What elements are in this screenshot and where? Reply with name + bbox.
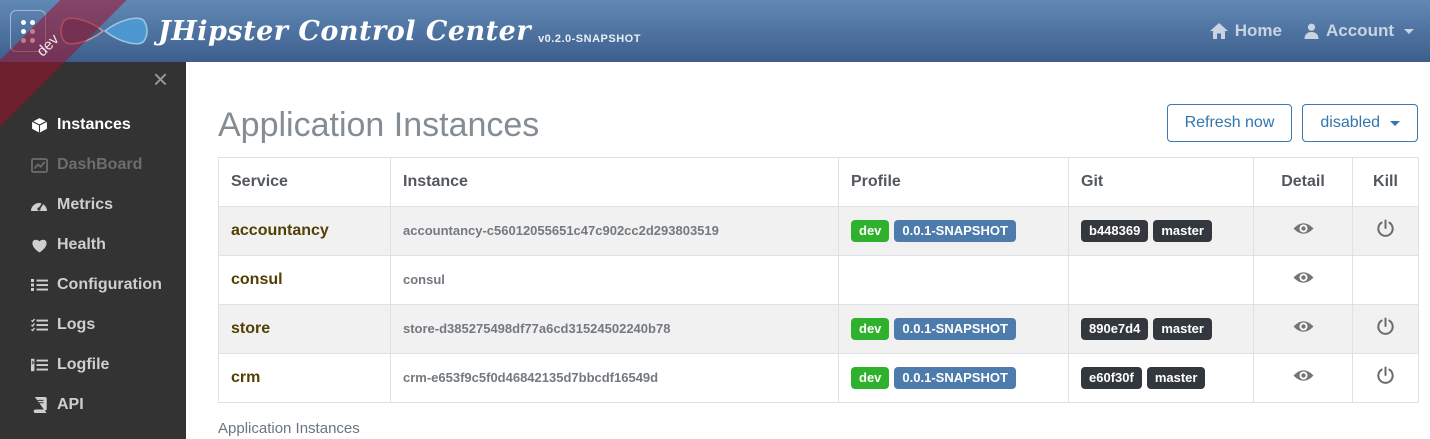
service-name-link[interactable]: store xyxy=(231,320,270,337)
profile-badge: dev xyxy=(851,220,889,242)
version-badge: 0.0.1-SNAPSHOT xyxy=(894,367,1015,389)
kill-power-button[interactable] xyxy=(1376,219,1395,238)
column-header-detail: Detail xyxy=(1254,158,1353,207)
tasks-icon xyxy=(30,317,48,334)
git-branch-badge: master xyxy=(1147,367,1206,389)
table-footer-text: Application Instances xyxy=(218,420,1418,437)
top-navbar: JHipster Control Centerv0.2.0-SNAPSHOT H… xyxy=(0,0,1430,62)
column-header-git: Git xyxy=(1069,158,1254,207)
book-icon xyxy=(30,397,48,414)
detail-eye-button[interactable] xyxy=(1293,270,1314,285)
sidebar-menu: Instances DashBoard Metrics Health Confi… xyxy=(0,105,186,425)
sidebar-item-api[interactable]: API xyxy=(0,385,186,425)
grip-menu-button[interactable] xyxy=(10,10,46,52)
instance-id: crm-e653f9c5f0d46842135d7bbcdf16549d xyxy=(403,370,658,385)
column-header-service: Service xyxy=(219,158,391,207)
chevron-down-icon xyxy=(1404,29,1414,34)
list-icon xyxy=(30,277,48,294)
profile-badge: dev xyxy=(851,318,889,340)
profile-badge: dev xyxy=(851,367,889,389)
detail-eye-button[interactable] xyxy=(1293,319,1314,334)
column-header-kill: Kill xyxy=(1353,158,1419,207)
chart-icon xyxy=(30,157,48,174)
sidebar-item-health[interactable]: Health xyxy=(0,225,186,265)
user-icon xyxy=(1304,23,1319,39)
kill-power-button[interactable] xyxy=(1376,317,1395,336)
home-icon xyxy=(1210,23,1228,39)
sidebar-item-logs[interactable]: Logs xyxy=(0,305,186,345)
instance-id: store-d385275498df77a6cd31524502240b78 xyxy=(403,321,670,336)
logfile-icon xyxy=(30,357,48,374)
service-name-link[interactable]: consul xyxy=(231,271,283,288)
detail-eye-button[interactable] xyxy=(1293,368,1314,383)
git-commit-badge: e60f30f xyxy=(1081,367,1142,389)
table-row: accountancy accountancy-c56012055651c47c9… xyxy=(219,207,1419,256)
git-commit-badge: 890e7d4 xyxy=(1081,318,1148,340)
instance-id: accountancy-c56012055651c47c902cc2d29380… xyxy=(403,223,719,238)
cube-icon xyxy=(30,117,48,134)
sidebar-item-instances[interactable]: Instances xyxy=(0,105,186,145)
table-body: accountancy accountancy-c56012055651c47c9… xyxy=(219,207,1419,403)
refresh-rate-dropdown[interactable]: disabled xyxy=(1302,104,1418,142)
table-header-row: ServiceInstanceProfileGitDetailKill xyxy=(219,158,1419,207)
git-commit-badge: b448369 xyxy=(1081,220,1148,242)
detail-eye-button[interactable] xyxy=(1293,221,1314,236)
column-header-profile: Profile xyxy=(839,158,1069,207)
kill-power-button[interactable] xyxy=(1376,366,1395,385)
sidebar-item-logfile[interactable]: Logfile xyxy=(0,345,186,385)
instances-table: ServiceInstanceProfileGitDetailKill acco… xyxy=(218,157,1419,403)
gauge-icon xyxy=(30,197,48,214)
sidebar: × Instances DashBoard Metrics Health Con… xyxy=(0,62,186,439)
table-row: store store-d385275498df77a6cd31524502240… xyxy=(219,305,1419,354)
version-badge: 0.0.1-SNAPSHOT xyxy=(894,220,1015,242)
heart-icon xyxy=(30,237,48,254)
git-branch-badge: master xyxy=(1153,220,1212,242)
table-row: consul consul xyxy=(219,256,1419,305)
brand-title: JHipster Control Centerv0.2.0-SNAPSHOT xyxy=(158,16,641,47)
column-header-instance: Instance xyxy=(391,158,839,207)
sidebar-item-configuration[interactable]: Configuration xyxy=(0,265,186,305)
sidebar-item-dashboard[interactable]: DashBoard xyxy=(0,145,186,185)
service-name-link[interactable]: crm xyxy=(231,369,260,386)
version-badge: 0.0.1-SNAPSHOT xyxy=(894,318,1015,340)
jhipster-bowtie-logo xyxy=(58,9,150,53)
main-content: Application Instances Refresh now disabl… xyxy=(186,62,1430,439)
sidebar-item-metrics[interactable]: Metrics xyxy=(0,185,186,225)
page-title: Application Instances xyxy=(218,107,539,144)
service-name-link[interactable]: accountancy xyxy=(231,222,329,239)
brand-version: v0.2.0-SNAPSHOT xyxy=(538,33,641,45)
sidebar-close-button[interactable]: × xyxy=(153,66,168,92)
chevron-down-icon xyxy=(1390,121,1400,126)
git-branch-badge: master xyxy=(1153,318,1212,340)
refresh-now-button[interactable]: Refresh now xyxy=(1167,104,1293,142)
table-row: crm crm-e653f9c5f0d46842135d7bbcdf16549d d… xyxy=(219,354,1419,403)
nav-account-dropdown[interactable]: Account xyxy=(1304,21,1414,41)
instance-id: consul xyxy=(403,272,445,287)
grip-icon xyxy=(21,20,35,43)
nav-home-link[interactable]: Home xyxy=(1210,21,1282,41)
